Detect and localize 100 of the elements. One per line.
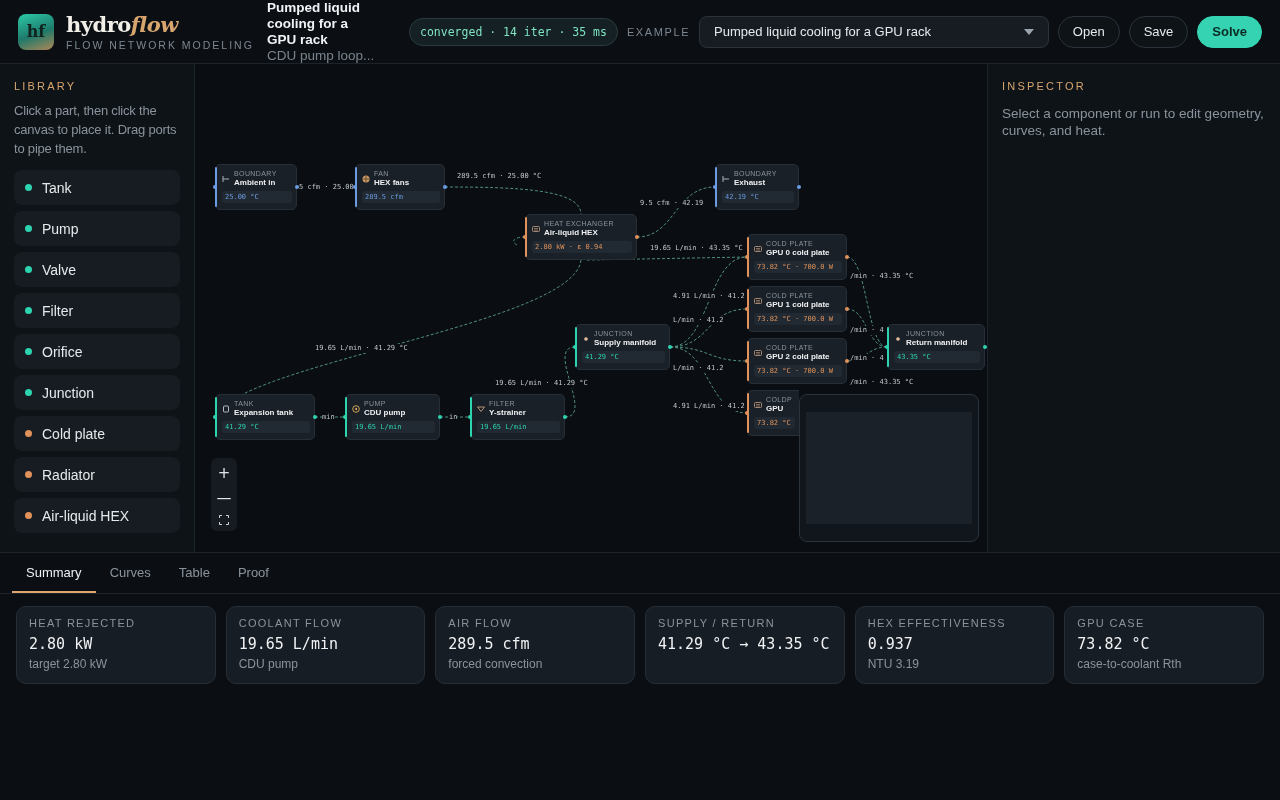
results-tab[interactable]: Table xyxy=(164,553,224,593)
node-name: GPU 0 cold plate xyxy=(766,248,830,258)
app-name: hydroflow xyxy=(66,12,180,37)
port-dot[interactable] xyxy=(343,415,347,419)
inspector-title: INSPECTOR xyxy=(1002,80,1087,92)
node-name: GPU 2 cold plate xyxy=(766,352,830,362)
port-dot[interactable] xyxy=(563,415,567,419)
tank-icon xyxy=(222,405,230,413)
results-tab[interactable]: Summary xyxy=(12,553,96,593)
port-dot[interactable] xyxy=(353,185,357,189)
node-name: Y-strainer xyxy=(489,408,526,418)
metric-value: 73.82 °C xyxy=(1077,635,1151,653)
flag-icon xyxy=(222,175,230,183)
port-dot[interactable] xyxy=(797,185,801,189)
toolbar-button[interactable]: Save xyxy=(1128,15,1189,48)
inspector-hint: Select a component or run to edit geometry, curves, and heat. xyxy=(1002,105,1265,139)
library-item[interactable]: Pump xyxy=(14,211,180,246)
port-dot[interactable] xyxy=(713,185,717,189)
solver-status: converged · 14 iter · 35 ms xyxy=(409,17,618,46)
filter-icon xyxy=(477,405,485,413)
port-dot[interactable] xyxy=(668,345,672,349)
metric-title: AIR FLOW xyxy=(448,617,513,629)
metric-note: target 2.80 kW xyxy=(29,657,109,671)
node-name: CDU pump xyxy=(364,408,406,418)
metric-title: HEX EFFECTIVENESS xyxy=(867,617,1007,629)
port-dot[interactable] xyxy=(438,415,442,419)
port-dot[interactable] xyxy=(745,359,749,363)
library-item[interactable]: Junction xyxy=(14,375,180,410)
port-dot[interactable] xyxy=(313,415,317,419)
metric-note: CDU pump xyxy=(238,657,299,671)
plate-icon xyxy=(754,349,762,357)
pipe xyxy=(513,236,526,246)
logo-badge: hf xyxy=(18,13,54,50)
metric-title: GPU CASE xyxy=(1077,617,1146,629)
metric-value: 2.80 kW xyxy=(29,635,94,653)
port-dot[interactable] xyxy=(745,255,749,259)
port-dot[interactable] xyxy=(443,185,447,189)
library-item[interactable]: Radiator xyxy=(14,457,180,492)
metric-value: 289.5 cfm xyxy=(448,635,531,653)
pump-icon xyxy=(352,405,360,413)
port-dot[interactable] xyxy=(523,235,527,239)
results-tab[interactable]: Curves xyxy=(95,553,165,593)
library-item[interactable]: Cold plate xyxy=(14,416,180,451)
plate-icon xyxy=(754,401,762,409)
metric-value: 19.65 L/min xyxy=(238,635,339,653)
port-dot[interactable] xyxy=(845,255,849,259)
node-name: Expansion tank xyxy=(234,408,294,418)
plate-icon xyxy=(532,225,540,233)
library-title: LIBRARY xyxy=(14,80,78,92)
flag-icon xyxy=(722,175,730,183)
port-dot[interactable] xyxy=(213,185,217,189)
app-tagline: FLOW NETWORK MODELING xyxy=(66,38,254,51)
metric-title: HEAT REJECTED xyxy=(29,617,137,629)
port-dot[interactable] xyxy=(745,307,749,311)
library-item[interactable]: Tank xyxy=(14,170,180,205)
metric-title: SUPPLY / RETURN xyxy=(658,617,776,629)
port-dot[interactable] xyxy=(745,411,749,415)
node-name: Exhaust xyxy=(734,178,767,188)
port-dot[interactable] xyxy=(213,415,217,419)
plate-icon xyxy=(754,297,762,305)
metric-note: NTU 3.19 xyxy=(867,657,920,671)
toolbar-button[interactable]: Open xyxy=(1057,15,1120,48)
metric-value: 41.29 °C → 43.35 °C xyxy=(658,635,831,653)
node-name: Air-liquid HEX xyxy=(544,228,599,238)
junction-dot-icon xyxy=(582,335,590,343)
metric-note: forced convection xyxy=(448,657,544,671)
project-title: Pumped liquid cooling for a GPU rack xyxy=(267,0,361,48)
example-select[interactable]: Pumped liquid cooling for a GPU rack xyxy=(699,15,1049,48)
port-dot[interactable] xyxy=(983,345,987,349)
node-name: GPU xyxy=(766,404,785,414)
junction-dot-icon xyxy=(894,335,902,343)
port-dot[interactable] xyxy=(573,345,577,349)
fit-view-icon[interactable] xyxy=(219,515,229,525)
project-subtitle: CDU pump loop... xyxy=(267,48,376,64)
zoom-out-button[interactable]: — xyxy=(211,485,237,510)
zoom-in-button[interactable]: + xyxy=(211,460,237,485)
node-name: HEX fans xyxy=(374,178,410,188)
caret-icon xyxy=(1023,28,1034,35)
node-name: Ambient in xyxy=(234,178,277,188)
example-label: EXAMPLE xyxy=(626,25,691,38)
library-item[interactable]: Filter xyxy=(14,293,180,328)
results-tab[interactable]: Proof xyxy=(223,553,283,593)
port-dot[interactable] xyxy=(845,359,849,363)
port-dot[interactable] xyxy=(295,185,299,189)
metric-note: case-to-coolant Rth xyxy=(1077,657,1183,671)
library-item[interactable]: Valve xyxy=(14,252,180,287)
fan-icon xyxy=(362,175,370,183)
node-name: Supply manifold xyxy=(594,338,657,348)
node-name: Return manifold xyxy=(906,338,968,348)
toolbar-button[interactable]: Solve xyxy=(1197,15,1262,48)
port-dot[interactable] xyxy=(635,235,639,239)
library-item[interactable]: Orifice xyxy=(14,334,180,369)
port-dot[interactable] xyxy=(885,345,889,349)
library-hint: Click a part, then click the canvas to place it. Drag ports to pipe them. xyxy=(14,102,178,158)
node-name: GPU 1 cold plate xyxy=(766,300,830,310)
plate-icon xyxy=(754,245,762,253)
library-item[interactable]: Air-liquid HEX xyxy=(14,498,180,533)
metric-title: COOLANT FLOW xyxy=(238,617,344,629)
port-dot[interactable] xyxy=(845,307,849,311)
port-dot[interactable] xyxy=(468,415,472,419)
